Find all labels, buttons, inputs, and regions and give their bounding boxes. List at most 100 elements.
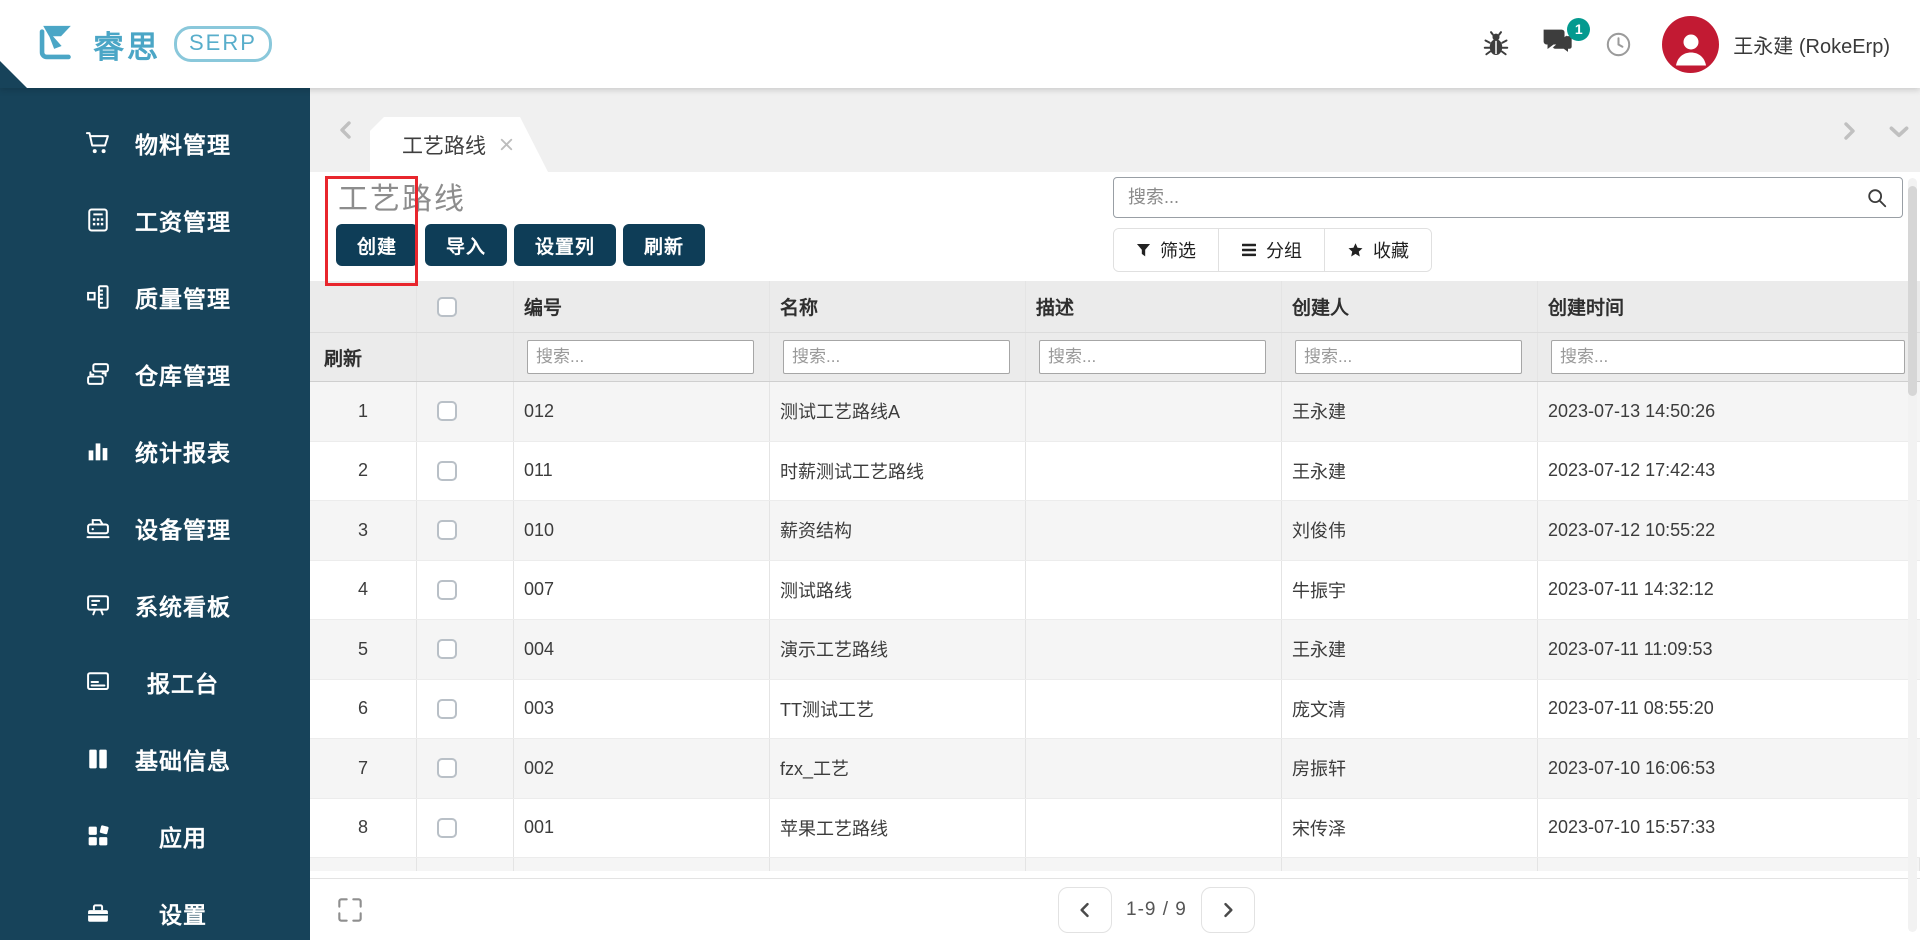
chevron-right-icon bbox=[1218, 900, 1238, 920]
cell-created-time: 2023-07-13 14:50:26 bbox=[1548, 400, 1716, 421]
header-index bbox=[310, 281, 417, 332]
scrollbar-thumb[interactable] bbox=[1908, 186, 1917, 396]
cell-created-time: 2023-07-12 10:55:22 bbox=[1548, 519, 1716, 540]
table-row[interactable]: 5 004 演示工艺路线 王永建 2023-07-11 11:09:53 bbox=[310, 620, 1920, 680]
table-row[interactable]: 4 007 测试路线 牛振宇 2023-07-11 14:32:12 bbox=[310, 560, 1920, 620]
cell-created-time: 2023-07-11 08:55:20 bbox=[1548, 698, 1714, 719]
app-logo[interactable]: 睿思 SERP bbox=[34, 19, 272, 70]
funnel-icon bbox=[1136, 243, 1151, 258]
column-header-creator[interactable]: 创建人 bbox=[1282, 281, 1538, 332]
create-button[interactable]: 创建 bbox=[336, 224, 419, 266]
row-checkbox[interactable] bbox=[437, 460, 457, 481]
table-row[interactable]: 6 003 TT测试工艺 庞文清 2023-07-11 08:55:20 bbox=[310, 679, 1920, 739]
table-body: 1 012 测试工艺路线A 王永建 2023-07-13 14:50:26 2 … bbox=[310, 382, 1920, 858]
row-checkbox[interactable] bbox=[437, 639, 457, 660]
cell-name: TT测试工艺 bbox=[770, 679, 1026, 738]
next-page-button[interactable] bbox=[1200, 887, 1255, 933]
row-checkbox[interactable] bbox=[437, 401, 457, 422]
cell-creator: 王永建 bbox=[1282, 620, 1538, 679]
vertical-scrollbar[interactable] bbox=[1908, 178, 1917, 932]
row-checkbox-cell bbox=[417, 798, 514, 857]
table-row[interactable]: 8 001 苹果工艺路线 宋传泽 2023-07-10 15:57:33 bbox=[310, 798, 1920, 858]
row-checkbox[interactable] bbox=[437, 520, 457, 541]
user-menu[interactable]: 王永建 (RokeErp) bbox=[1733, 30, 1890, 59]
column-header-created-time[interactable]: 创建时间 bbox=[1538, 281, 1920, 332]
row-checkbox-cell bbox=[417, 739, 514, 798]
sidebar-item-kanban[interactable]: 系统看板 bbox=[0, 566, 310, 643]
table-row[interactable]: 2 011 时薪测试工艺路线 王永建 2023-07-12 17:42:43 bbox=[310, 441, 1920, 501]
cell-name: 测试工艺路线A bbox=[770, 382, 1026, 441]
avatar[interactable] bbox=[1662, 15, 1720, 73]
tab-strip: 工艺路线 bbox=[310, 88, 1920, 172]
cell-code: 001 bbox=[514, 798, 770, 857]
filter-button[interactable]: 筛选 bbox=[1114, 229, 1219, 271]
cell-description bbox=[1026, 739, 1282, 798]
column-header-name[interactable]: 名称 bbox=[770, 281, 1026, 332]
cell-code: 002 bbox=[514, 739, 770, 798]
filter-input-created-time[interactable] bbox=[1551, 340, 1905, 374]
kanban-icon bbox=[84, 590, 114, 620]
row-checkbox-cell bbox=[417, 560, 514, 619]
set-columns-button[interactable]: 设置列 bbox=[514, 224, 617, 266]
cell-description bbox=[1026, 560, 1282, 619]
activity-clock-icon[interactable] bbox=[1605, 31, 1632, 58]
sidebar-item-apps[interactable]: 应用 bbox=[0, 797, 310, 874]
cell-created-time: 2023-07-12 17:42:43 bbox=[1548, 460, 1716, 481]
select-all-checkbox[interactable] bbox=[437, 296, 457, 317]
table-row[interactable]: 7 002 fzx_工艺 房振轩 2023-07-10 16:06:53 bbox=[310, 739, 1920, 799]
search-input[interactable] bbox=[1114, 187, 1866, 208]
sidebar-item-warehouse[interactable]: 仓库管理 bbox=[0, 335, 310, 412]
cell-creator: 宋传泽 bbox=[1282, 798, 1538, 857]
row-checkbox[interactable] bbox=[437, 579, 457, 600]
toolbox-icon bbox=[84, 898, 114, 928]
column-header-description[interactable]: 描述 bbox=[1026, 281, 1282, 332]
main-content: 工艺路线 工艺路线 创建 导入 设置列 刷新 筛选 分组 bbox=[310, 88, 1920, 940]
row-checkbox[interactable] bbox=[437, 698, 457, 719]
apps-icon bbox=[84, 821, 114, 851]
refresh-link[interactable]: 刷新 bbox=[320, 344, 362, 371]
cell-creator: 王永建 bbox=[1282, 382, 1538, 441]
sidebar-item-ruler[interactable]: 质量管理 bbox=[0, 258, 310, 335]
sidebar-item-machine[interactable]: 设备管理 bbox=[0, 489, 310, 566]
row-checkbox[interactable] bbox=[437, 758, 457, 779]
import-button[interactable]: 导入 bbox=[425, 224, 508, 266]
debug-bug-icon[interactable] bbox=[1481, 29, 1511, 59]
cell-description bbox=[1026, 382, 1282, 441]
column-header-code[interactable]: 编号 bbox=[514, 281, 770, 332]
expand-fullscreen-icon[interactable] bbox=[334, 894, 366, 931]
sidebar-item-cart[interactable]: 物料管理 bbox=[0, 104, 310, 181]
filter-input-creator[interactable] bbox=[1295, 340, 1522, 374]
tab-close-icon[interactable] bbox=[497, 135, 516, 154]
sidebar-item-toolbox[interactable]: 设置 bbox=[0, 874, 310, 940]
filter-input-description[interactable] bbox=[1039, 340, 1266, 374]
tab-collapse-icon[interactable] bbox=[1886, 118, 1912, 149]
chevron-left-icon bbox=[1075, 900, 1095, 920]
tab-process-route[interactable]: 工艺路线 bbox=[370, 117, 548, 172]
tab-scroll-right-icon[interactable] bbox=[1837, 116, 1861, 151]
sidebar-item-book[interactable]: 基础信息 bbox=[0, 720, 310, 797]
row-checkbox[interactable] bbox=[437, 817, 457, 838]
search-icon[interactable] bbox=[1866, 187, 1888, 209]
row-checkbox-cell bbox=[417, 441, 514, 500]
table-row[interactable]: 3 010 薪资结构 刘俊伟 2023-07-12 10:55:22 bbox=[310, 501, 1920, 561]
sidebar-item-monitor[interactable]: 报工台 bbox=[0, 643, 310, 720]
filter-input-name[interactable] bbox=[783, 340, 1010, 374]
cell-name: 薪资结构 bbox=[770, 501, 1026, 560]
refresh-button[interactable]: 刷新 bbox=[623, 224, 706, 266]
favorites-button[interactable]: 收藏 bbox=[1325, 229, 1431, 271]
ruler-icon bbox=[84, 282, 114, 312]
messages-icon[interactable]: 1 bbox=[1541, 17, 1591, 62]
group-by-button[interactable]: 分组 bbox=[1219, 229, 1325, 271]
prev-page-button[interactable] bbox=[1058, 887, 1112, 933]
tab-scroll-left-icon[interactable] bbox=[334, 115, 358, 150]
filter-input-code[interactable] bbox=[527, 340, 754, 374]
logo-badge: SERP bbox=[174, 26, 272, 62]
cell-name: 时薪测试工艺路线 bbox=[770, 441, 1026, 500]
sidebar-item-calculator[interactable]: 工资管理 bbox=[0, 181, 310, 258]
table-row[interactable]: 1 012 测试工艺路线A 王永建 2023-07-13 14:50:26 bbox=[310, 382, 1920, 442]
cell-code: 010 bbox=[514, 501, 770, 560]
sidebar-item-bar-chart[interactable]: 统计报表 bbox=[0, 412, 310, 489]
row-checkbox-cell bbox=[417, 679, 514, 738]
star-icon bbox=[1347, 242, 1364, 258]
control-bar: 工艺路线 创建 导入 设置列 刷新 筛选 分组 收藏 bbox=[310, 172, 1920, 281]
